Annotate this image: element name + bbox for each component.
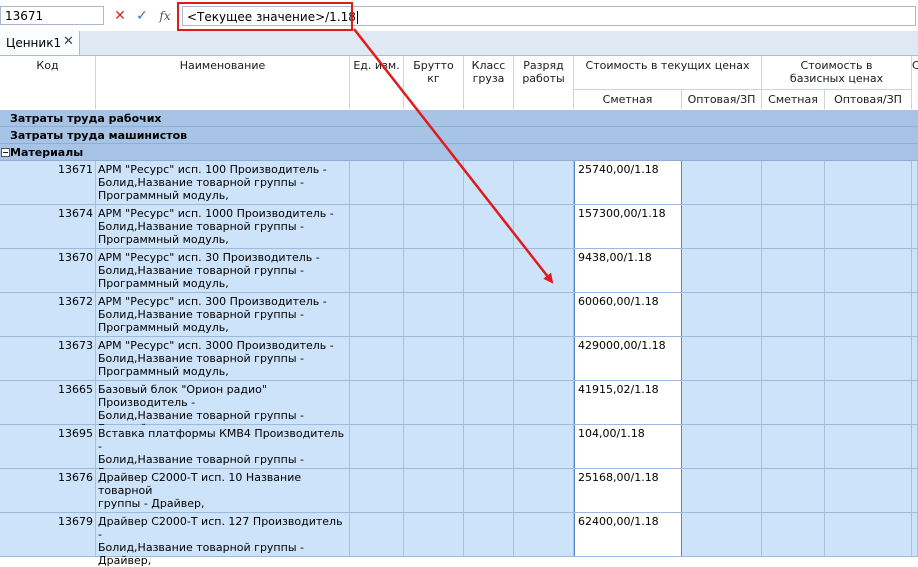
arrow-line (353, 28, 554, 284)
annotation-arrow (353, 28, 554, 284)
